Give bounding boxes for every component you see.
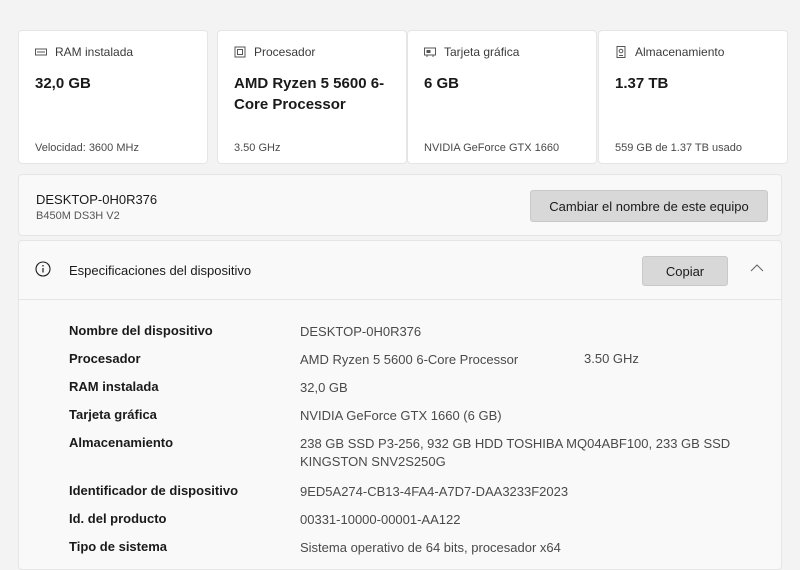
card-label: Tarjeta gráfica	[444, 45, 520, 59]
spec-value: NVIDIA GeForce GTX 1660 (6 GB)	[300, 408, 502, 423]
spec-label: Nombre del dispositivo	[69, 323, 213, 338]
spec-label: Identificador de dispositivo	[69, 483, 239, 498]
info-icon	[35, 261, 51, 277]
device-specifications-panel: Especificaciones del dispositivo Copiar …	[18, 240, 782, 570]
spec-value: DESKTOP-0H0R376	[300, 324, 422, 339]
spec-value: Sistema operativo de 64 bits, procesador…	[300, 540, 561, 555]
spec-label: Tipo de sistema	[69, 539, 168, 554]
card-processor: Procesador AMD Ryzen 5 5600 6-Core Proce…	[217, 30, 407, 164]
card-label: Almacenamiento	[635, 45, 725, 59]
spec-label: Id. del producto	[69, 511, 167, 526]
card-value: AMD Ryzen 5 5600 6-Core Processor	[234, 75, 385, 113]
graphics-card-icon	[424, 47, 436, 57]
spec-value: AMD Ryzen 5 5600 6-Core Processor	[300, 352, 519, 367]
device-name-bar: DESKTOP-0H0R376 B450M DS3H V2 Cambiar el…	[18, 174, 782, 236]
spec-value: 32,0 GB	[300, 380, 348, 395]
specs-header[interactable]: Especificaciones del dispositivo Copiar	[19, 241, 781, 300]
copy-button[interactable]: Copiar	[642, 256, 728, 286]
card-label: Procesador	[254, 45, 316, 59]
device-name: DESKTOP-0H0R376	[36, 192, 158, 207]
card-value: 32,0 GB	[35, 75, 91, 92]
spec-label: Tarjeta gráfica	[69, 407, 157, 422]
card-value: 1.37 TB	[615, 75, 669, 92]
hardware-summary-cards: RAM instalada 32,0 GB Velocidad: 3600 MH…	[18, 30, 788, 166]
spec-value: 00331-10000-00001-AA122	[300, 512, 461, 527]
spec-value: 238 GB SSD P3-256, 932 GB HDD TOSHIBA MQ…	[300, 436, 731, 469]
card-footer: 559 GB de 1.37 TB usado	[615, 142, 742, 154]
spec-value-extra: 3.50 GHz	[584, 351, 639, 366]
ram-icon	[35, 48, 47, 56]
rename-pc-button[interactable]: Cambiar el nombre de este equipo	[530, 190, 768, 222]
card-graphics: Tarjeta gráfica 6 GB NVIDIA GeForce GTX …	[407, 30, 597, 164]
device-model: B450M DS3H V2	[36, 210, 120, 222]
processor-icon	[234, 46, 246, 58]
spec-label: Almacenamiento	[69, 435, 174, 450]
chevron-up-icon[interactable]	[750, 263, 764, 273]
storage-icon	[616, 46, 626, 58]
card-footer: Velocidad: 3600 MHz	[35, 142, 139, 154]
spec-value: 9ED5A274-CB13-4FA4-A7D7-DAA3233F2023	[300, 484, 569, 499]
card-footer: 3.50 GHz	[234, 142, 281, 154]
spec-label: RAM instalada	[69, 379, 159, 394]
specs-title: Especificaciones del dispositivo	[69, 263, 252, 278]
spec-label: Procesador	[69, 351, 141, 366]
card-footer: NVIDIA GeForce GTX 1660	[424, 142, 560, 154]
card-value: 6 GB	[424, 75, 460, 92]
card-ram: RAM instalada 32,0 GB Velocidad: 3600 MH…	[18, 30, 208, 164]
card-storage: Almacenamiento 1.37 TB 559 GB de 1.37 TB…	[598, 30, 788, 164]
card-label: RAM instalada	[55, 45, 134, 59]
